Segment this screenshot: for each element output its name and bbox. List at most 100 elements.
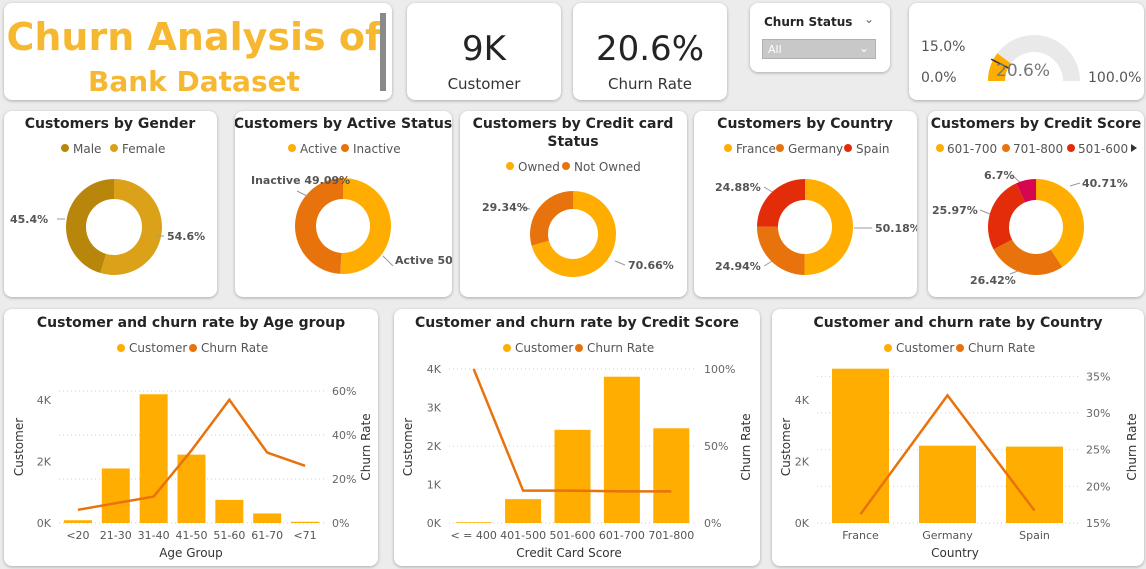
legend-label[interactable]: Customer	[896, 341, 954, 355]
y2-tick-label: 40%	[332, 429, 356, 442]
x-axis-label: Credit Card Score	[516, 546, 621, 560]
donut-slices[interactable]	[757, 179, 853, 275]
x-tick-label: 701-800	[648, 529, 694, 542]
legend-label[interactable]: Active	[300, 142, 337, 156]
bar[interactable]	[177, 454, 206, 523]
donut-slice[interactable]	[295, 178, 343, 274]
chart-title: Customers by Credit Score	[931, 116, 1142, 132]
legend-label[interactable]: 701-800	[1013, 142, 1063, 156]
legend-label[interactable]: Owned	[518, 160, 560, 174]
bar[interactable]	[253, 513, 282, 523]
donut-slice[interactable]	[804, 179, 853, 275]
legend-label[interactable]: Customer	[129, 341, 187, 355]
legend-marker	[117, 344, 125, 352]
legend-label[interactable]: Germany	[788, 142, 843, 156]
bar[interactable]	[101, 468, 130, 523]
donut-slice[interactable]	[988, 183, 1025, 250]
legend-label[interactable]: Spain	[856, 142, 890, 156]
y-tick-label: 0K	[37, 517, 52, 530]
legend-label[interactable]: Not Owned	[574, 160, 641, 174]
donut-slices[interactable]	[295, 178, 392, 274]
bar[interactable]	[505, 499, 542, 523]
x-axis-label: Country	[931, 546, 979, 560]
chart-title: Customers by Gender	[25, 116, 196, 132]
donut-slices[interactable]	[65, 179, 162, 275]
legend-label[interactable]: Customer	[515, 341, 573, 355]
legend-label[interactable]: France	[736, 142, 776, 156]
legend-marker	[1067, 144, 1075, 152]
bar[interactable]	[554, 429, 591, 523]
legend-label[interactable]: Churn Rate	[201, 341, 268, 355]
x-tick-label: <20	[66, 529, 89, 542]
legend-marker	[562, 162, 570, 170]
donut-slices[interactable]	[988, 179, 1084, 275]
donut-slices[interactable]	[530, 191, 616, 277]
donut-slice[interactable]	[993, 239, 1063, 275]
slicer-selected-value: All	[768, 43, 782, 56]
legend-marker	[1002, 144, 1010, 152]
bar[interactable]	[291, 521, 320, 523]
y-axis-label: Customer	[779, 418, 793, 476]
legend-label[interactable]: Female	[122, 142, 165, 156]
bar[interactable]	[919, 445, 976, 523]
data-label: Inactive 49.09%	[251, 174, 350, 187]
bar[interactable]	[832, 368, 889, 523]
legend-marker	[776, 144, 784, 152]
donut-slice[interactable]	[757, 179, 805, 227]
data-label: 25.97%	[932, 204, 978, 217]
bar[interactable]	[215, 499, 244, 523]
credit-score-donut-card: Customers by Credit Score 601-700 701-80…	[928, 111, 1144, 297]
bar[interactable]	[603, 376, 640, 523]
bar[interactable]	[455, 522, 492, 523]
legend-label[interactable]: Inactive	[353, 142, 401, 156]
legend-label[interactable]: 601-700	[947, 142, 997, 156]
chart-title: Customers by Active Status	[235, 116, 452, 132]
data-label: 45.4%	[10, 213, 48, 226]
donut-slice[interactable]	[530, 191, 573, 246]
title-divider	[380, 13, 386, 91]
credit-card-status-donut-chart: Customers by Credit card Status Owned No…	[473, 116, 674, 277]
x-tick-label: < = 400	[450, 529, 496, 542]
kpi-customer-label: Customer	[447, 75, 521, 93]
x-tick-label: 21-30	[100, 529, 132, 542]
y2-tick-label: 25%	[1086, 444, 1110, 457]
chart-title-line2: Status	[547, 134, 598, 150]
leader-line	[614, 260, 626, 266]
x-tick-label: 501-600	[550, 529, 596, 542]
x-tick-label: 51-60	[213, 529, 245, 542]
chart-title: Customer and churn rate by Age group	[37, 315, 345, 331]
kpi-churn-rate-value: 20.6%	[595, 29, 704, 69]
legend-marker	[506, 162, 514, 170]
legend-label[interactable]: Churn Rate	[587, 341, 654, 355]
x-tick-label: <71	[293, 529, 316, 542]
chart-title: Customers by Country	[717, 116, 893, 132]
legend-label[interactable]: Male	[73, 142, 101, 156]
legend-label[interactable]: 501-600	[1078, 142, 1128, 156]
gauge-min-label: 0.0%	[921, 70, 957, 86]
bar[interactable]	[63, 520, 92, 523]
x-tick-label: 31-40	[138, 529, 170, 542]
slicer-collapse-chevron-icon[interactable]: ⌄	[864, 12, 874, 26]
donut-slice[interactable]	[757, 226, 805, 275]
legend-marker	[189, 344, 197, 352]
donut-slice[interactable]	[340, 178, 392, 274]
data-label: 50.18%	[875, 222, 917, 235]
y-tick-label: 0K	[795, 517, 810, 530]
y-tick-label: 3K	[427, 402, 442, 415]
gauge-target-label: 15.0%	[921, 39, 965, 55]
data-label: 26.42%	[970, 274, 1016, 287]
x-tick-label: 401-500	[500, 529, 546, 542]
churn-gauge-card: 15.0% 0.0% 20.6% 100.0%	[909, 3, 1144, 100]
bar[interactable]	[653, 428, 690, 523]
legend-label[interactable]: Churn Rate	[968, 341, 1035, 355]
active-status-donut-chart: Customers by Active Status Active Inacti…	[235, 116, 452, 274]
bar[interactable]	[139, 394, 168, 523]
x-tick-label: Germany	[922, 529, 973, 542]
legend-marker	[844, 144, 852, 152]
data-label: 6.7%	[984, 169, 1015, 182]
y2-tick-label: 60%	[332, 385, 356, 398]
y2-tick-label: 30%	[1086, 407, 1110, 420]
y-tick-label: 0K	[427, 517, 442, 530]
legend-next-arrow-icon[interactable]	[1131, 144, 1137, 152]
slicer-dropdown[interactable]: All ⌄	[762, 39, 876, 59]
